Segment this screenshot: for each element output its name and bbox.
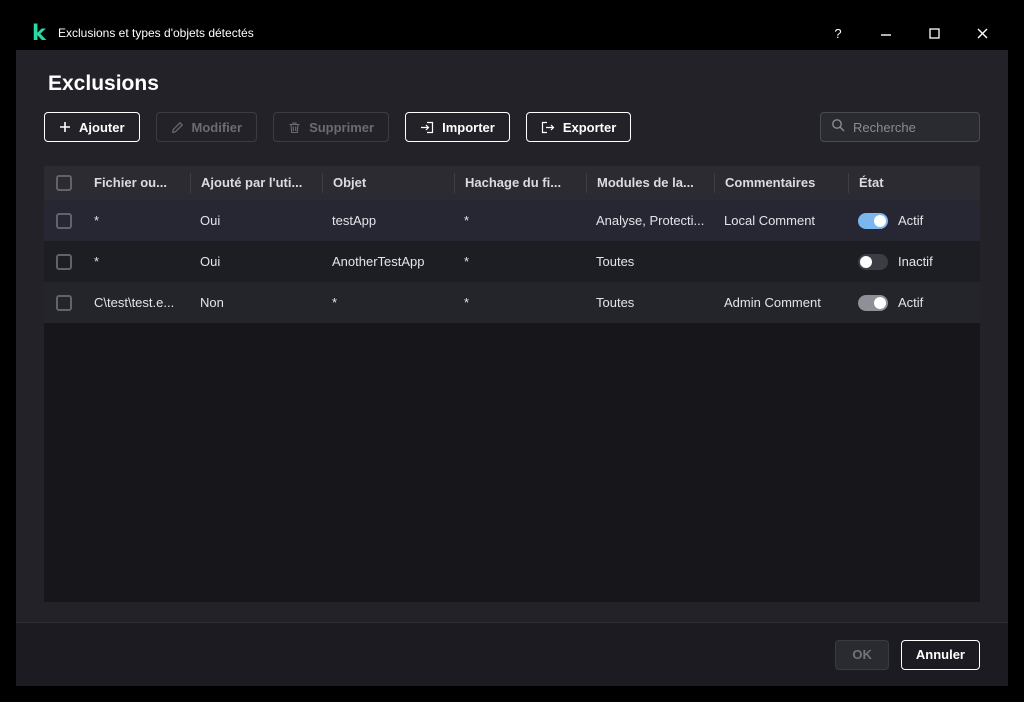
search-input[interactable] [853,120,969,135]
column-header-state[interactable]: État [848,173,980,193]
page-title: Exclusions [48,72,980,96]
toolbar: Ajouter Modifier Supprimer Importer [44,112,980,142]
column-header-comments[interactable]: Commentaires [714,173,848,193]
cell-object: AnotherTestApp [322,254,454,269]
row-checkbox-cell [44,295,84,311]
cell-file: * [84,213,190,228]
help-button[interactable]: ? [830,25,846,41]
add-button-label: Ajouter [79,120,125,135]
plus-icon [59,121,71,133]
toggle-knob [874,215,886,227]
cancel-button[interactable]: Annuler [901,640,980,670]
footer-bar: OK Annuler [16,622,1008,686]
table-row[interactable]: C\test\test.e... Non * * Toutes Admin Co… [44,282,980,323]
row-checkbox[interactable] [56,254,72,270]
minimize-button[interactable] [878,25,894,41]
toggle-knob [860,256,872,268]
column-header-file[interactable]: Fichier ou... [84,173,190,193]
state-label: Inactif [898,254,933,269]
row-checkbox[interactable] [56,213,72,229]
state-label: Actif [898,295,923,310]
delete-button-label: Supprimer [309,120,374,135]
cell-hash: * [454,254,586,269]
row-checkbox-cell [44,254,84,270]
state-toggle[interactable] [858,295,888,311]
close-button[interactable] [974,25,990,41]
search-icon [831,118,845,137]
import-icon [420,121,434,134]
cell-hash: * [454,213,586,228]
ok-button[interactable]: OK [835,640,889,670]
column-header-hash[interactable]: Hachage du fi... [454,173,586,193]
table-header: Fichier ou... Ajouté par l'uti... Objet … [44,166,980,200]
import-button-label: Importer [442,120,495,135]
title-bar: k Exclusions et types d'objets détectés … [16,16,1008,50]
delete-button[interactable]: Supprimer [273,112,389,142]
state-label: Actif [898,213,923,228]
cell-modules: Toutes [586,295,714,310]
edit-button-label: Modifier [192,120,243,135]
row-checkbox-cell [44,213,84,229]
column-header-object[interactable]: Objet [322,173,454,193]
toggle-knob [874,297,886,309]
cell-state: Actif [848,213,980,229]
cell-state: Actif [848,295,980,311]
edit-button[interactable]: Modifier [156,112,258,142]
cell-modules: Analyse, Protecti... [586,213,714,228]
cell-added-by-user: Oui [190,213,322,228]
import-button[interactable]: Importer [405,112,510,142]
export-icon [541,121,555,134]
exclusions-table: Fichier ou... Ajouté par l'uti... Objet … [44,166,980,602]
cell-hash: * [454,295,586,310]
cell-file: C\test\test.e... [84,295,190,310]
search-box [820,112,980,142]
export-button[interactable]: Exporter [526,112,631,142]
column-header-modules[interactable]: Modules de la... [586,173,714,193]
header-checkbox-cell [44,175,84,191]
cell-modules: Toutes [586,254,714,269]
kaspersky-logo-icon: k [32,23,46,44]
table-row[interactable]: * Oui AnotherTestApp * Toutes Inactif [44,241,980,282]
pencil-icon [171,121,184,134]
table-row[interactable]: * Oui testApp * Analyse, Protecti... Loc… [44,200,980,241]
window-title: Exclusions et types d'objets détectés [58,26,254,40]
cell-added-by-user: Oui [190,254,322,269]
state-toggle[interactable] [858,254,888,270]
trash-icon [288,121,301,134]
cell-comment: Local Comment [714,213,848,228]
row-checkbox[interactable] [56,295,72,311]
content-area: Exclusions Ajouter Modifier Supprimer [16,50,1008,622]
cell-file: * [84,254,190,269]
window-controls: ? [830,25,990,41]
app-window: k Exclusions et types d'objets détectés … [16,16,1008,686]
select-all-checkbox[interactable] [56,175,72,191]
export-button-label: Exporter [563,120,616,135]
cell-added-by-user: Non [190,295,322,310]
cell-comment: Admin Comment [714,295,848,310]
cell-object: testApp [322,213,454,228]
column-header-added-by-user[interactable]: Ajouté par l'uti... [190,173,322,193]
state-toggle[interactable] [858,213,888,229]
cell-state: Inactif [848,254,980,270]
cell-object: * [322,295,454,310]
maximize-button[interactable] [926,25,942,41]
add-button[interactable]: Ajouter [44,112,140,142]
